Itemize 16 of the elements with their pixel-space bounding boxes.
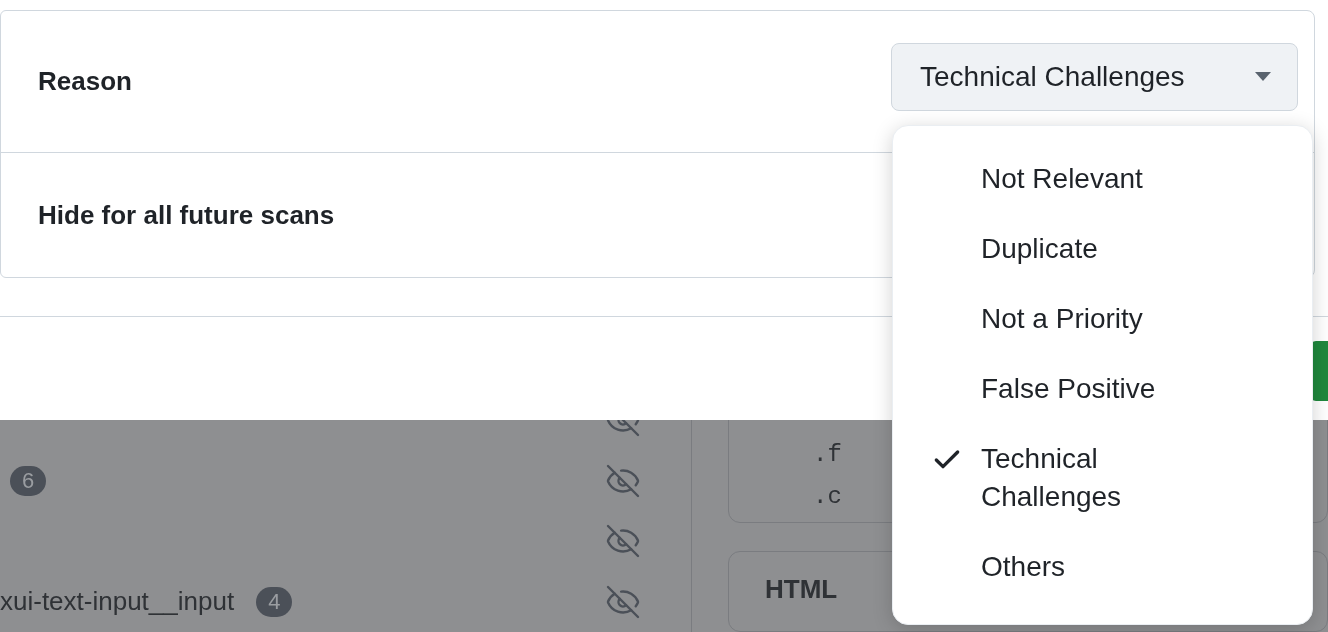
caret-icon xyxy=(1255,72,1271,81)
setting-label: Reason xyxy=(38,65,132,98)
code-text: .c xyxy=(813,482,842,513)
count-badge: 4 xyxy=(256,586,293,617)
count-badge: 6 xyxy=(10,465,47,496)
dropdown-option[interactable]: Duplicate xyxy=(893,214,1312,284)
code-text: .f xyxy=(813,440,842,471)
reason-select[interactable]: Technical Challenges xyxy=(891,42,1298,111)
dropdown-option[interactable]: Not a Priority xyxy=(893,284,1312,354)
selector-text: xui-text-input__input xyxy=(0,585,235,619)
dropdown-option[interactable]: False Positive xyxy=(893,354,1312,424)
dropdown-option[interactable]: Technical Challenges xyxy=(893,424,1312,532)
dropdown-option[interactable]: Not Relevant xyxy=(893,144,1312,214)
dropdown-option[interactable]: Others xyxy=(893,532,1312,602)
setting-label: Hide for all future scans xyxy=(38,198,335,232)
section-heading: HTML xyxy=(765,573,838,604)
